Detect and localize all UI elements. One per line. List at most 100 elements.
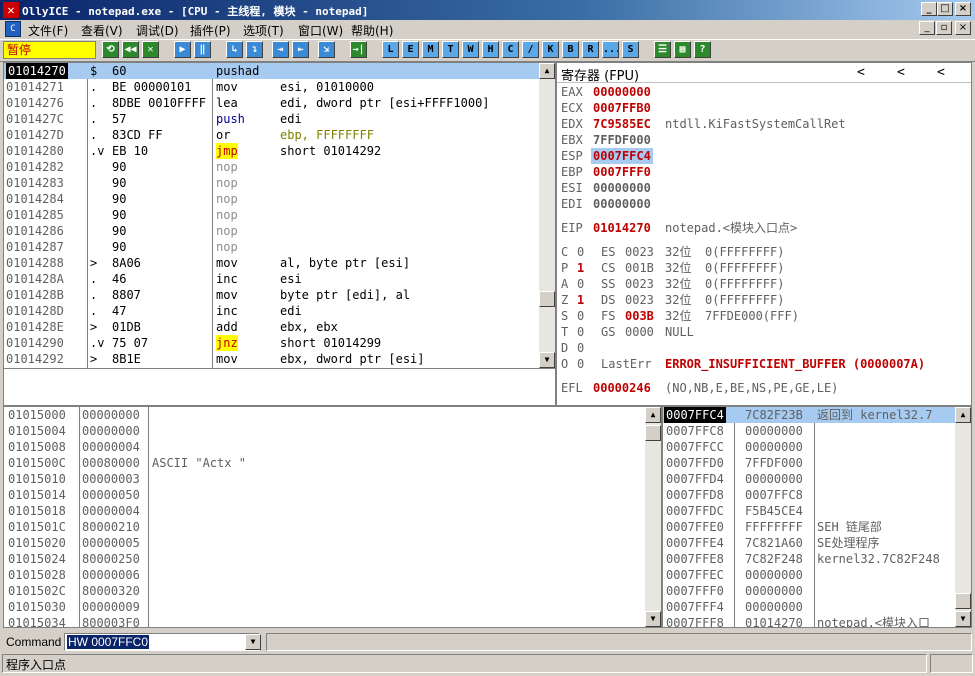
disasm-row[interactable]: 0101428A. 46 inc esi (4, 271, 539, 287)
close-button[interactable]: × (955, 2, 971, 16)
dump-row[interactable]: 01015010 00000003 (4, 471, 644, 487)
disasm-row[interactable]: 01014283 90 nop (4, 175, 539, 191)
register-value[interactable]: 00000000 (593, 180, 651, 196)
stack-row[interactable]: 0007FFEC 00000000 (663, 567, 955, 583)
scroll-up-icon[interactable]: ▲ (645, 407, 661, 423)
scroll-down-icon[interactable]: ▼ (539, 352, 555, 368)
flag-value[interactable]: 0 (577, 356, 584, 372)
stack-row[interactable]: 0007FFE4 7C821A60 SE处理程序 (663, 535, 955, 551)
flag-row[interactable]: C 0 ES 0023 32位 0(FFFFFFFF) (557, 244, 971, 260)
dump-row[interactable]: 01015018 00000004 (4, 503, 644, 519)
memory-dump-pane[interactable]: 01015000 00000000 01015004 00000000 01015008… (3, 406, 662, 628)
call-stack-window-button[interactable]: K (542, 41, 559, 58)
stack-scrollbar[interactable]: ▲ ▼ (955, 407, 971, 627)
dump-scrollbar[interactable]: ▲ ▼ (645, 407, 661, 627)
menu-help[interactable]: 帮助(H) (351, 22, 393, 39)
stack-row[interactable]: 0007FFF8 01014270 notepad.<模块入口 (663, 615, 955, 627)
restart-icon[interactable]: ⟲ (102, 41, 119, 58)
run-trace-window-button[interactable]: ... (602, 41, 619, 58)
disasm-row[interactable]: 0101428E >01DB add ebx, ebx (4, 319, 539, 335)
flag-row[interactable]: A 0 SS 0023 32位 0(FFFFFFFF) (557, 276, 971, 292)
disasm-row[interactable]: 0101427D. 83CD FF or ebp, FFFFFFFF (4, 127, 539, 143)
menu-plugins[interactable]: 插件(P) (190, 22, 231, 39)
menu-view[interactable]: 查看(V) (81, 22, 123, 39)
segment-selector[interactable]: 0000 (625, 324, 654, 340)
flag-value[interactable]: 0 (577, 340, 584, 356)
disasm-row[interactable]: 01014280 .v EB 10 jmp short 01014292 (4, 143, 539, 159)
cpu-window-button[interactable]: C (502, 41, 519, 58)
patches-window-button[interactable]: / (522, 41, 539, 58)
register-row[interactable]: EBP 0007FFF0 (557, 164, 971, 180)
stack-row[interactable]: 0007FFCC 00000000 (663, 439, 955, 455)
flag-value[interactable]: 0 (577, 308, 584, 324)
appearance-icon[interactable]: ▦ (674, 41, 691, 58)
execute-till-return-icon[interactable]: ⇲ (318, 41, 335, 58)
register-value[interactable]: 00000000 (593, 196, 651, 212)
threads-window-button[interactable]: T (442, 41, 459, 58)
disasm-row[interactable]: 01014285 90 nop (4, 207, 539, 223)
flag-row[interactable]: S 0 FS 003B 32位 7FFDE000(FFF) (557, 308, 971, 324)
register-row[interactable]: ECX 0007FFB0 (557, 100, 971, 116)
stack-row[interactable]: 0007FFC8 00000000 (663, 423, 955, 439)
flag-row[interactable]: Z 1 DS 0023 32位 0(FFFFFFFF) (557, 292, 971, 308)
menu-window[interactable]: 窗口(W) (298, 22, 343, 39)
flag-value[interactable]: 0 (577, 324, 584, 340)
register-value[interactable]: 7C9585EC (593, 116, 651, 132)
eip-row[interactable]: EIP 01014270 notepad.<模块入口点> (557, 220, 971, 236)
rewind-icon[interactable]: ◀◀ (122, 41, 139, 58)
stack-row[interactable]: 0007FFD0 7FFDF000 (663, 455, 955, 471)
register-row[interactable]: ESI 00000000 (557, 180, 971, 196)
segment-selector[interactable]: 0023 (625, 292, 654, 308)
nav-left-icon[interactable]: < (937, 65, 945, 80)
pause-icon[interactable]: ‖ (194, 41, 211, 58)
dump-row[interactable]: 01015028 00000006 (4, 567, 644, 583)
go-to-address-icon[interactable]: →| (350, 41, 367, 58)
stack-row[interactable]: 0007FFD4 00000000 (663, 471, 955, 487)
maximize-button[interactable]: □ (937, 2, 953, 16)
register-value[interactable]: 00000000 (593, 84, 651, 100)
scroll-up-icon[interactable]: ▲ (539, 63, 555, 79)
run-icon[interactable]: ▶ (174, 41, 191, 58)
windows-window-button[interactable]: W (462, 41, 479, 58)
flag-row[interactable]: T 0 GS 0000 NULL (557, 324, 971, 340)
stack-row[interactable]: 0007FFF0 00000000 (663, 583, 955, 599)
disasm-row[interactable]: 01014276. 8DBE 0010FFFF lea edi, dword ptr … (4, 95, 539, 111)
close-process-icon[interactable]: ✕ (142, 41, 159, 58)
register-row[interactable]: EAX 00000000 (557, 84, 971, 100)
dump-row[interactable]: 01015030 00000009 (4, 599, 644, 615)
dump-row[interactable]: 01015034 800003F0 (4, 615, 644, 627)
flag-value[interactable]: 0 (577, 276, 584, 292)
disassembly-pane[interactable]: 01014270 $60 pushad 01014271. BE 00000101 mov… (3, 62, 556, 406)
register-row[interactable]: EDX 7C9585EC ntdll.KiFastSystemCallRet (557, 116, 971, 132)
flag-value[interactable]: 1 (577, 292, 584, 308)
register-value[interactable]: 0007FFC4 (591, 148, 653, 164)
flag-value[interactable]: 0 (577, 244, 584, 260)
flag-row[interactable]: D0 (557, 340, 971, 356)
chevron-down-icon[interactable]: ▼ (245, 634, 261, 650)
breakpoints-window-button[interactable]: B (562, 41, 579, 58)
memory-window-button[interactable]: M (422, 41, 439, 58)
segment-selector[interactable]: 001B (625, 260, 654, 276)
scroll-down-icon[interactable]: ▼ (645, 611, 661, 627)
flag-value[interactable]: 1 (577, 260, 584, 276)
nav-left-icon[interactable]: < (857, 65, 865, 80)
step-into-icon[interactable]: ↳ (226, 41, 243, 58)
scroll-thumb[interactable] (955, 593, 971, 609)
disasm-row[interactable]: 01014287 90 nop (4, 239, 539, 255)
modules-window-button[interactable]: E (402, 41, 419, 58)
mdi-close-button[interactable]: × (955, 21, 971, 35)
efl-row[interactable]: EFL 00000246 (NO,NB,E,BE,NS,PE,GE,LE) (557, 380, 971, 396)
disasm-row[interactable]: 01014290 .v 75 07 jnz short 01014299 (4, 335, 539, 351)
menu-debug[interactable]: 调试(D) (136, 22, 179, 39)
register-value[interactable]: 0007FFB0 (593, 100, 651, 116)
disasm-row[interactable]: 01014284 90 nop (4, 191, 539, 207)
cpu-window-icon[interactable]: C (5, 21, 21, 37)
dump-row[interactable]: 01015020 00000005 (4, 535, 644, 551)
ollyice-bug-icon[interactable]: ✕ (3, 2, 19, 18)
dump-row[interactable]: 01015024 80000250 (4, 551, 644, 567)
handles-window-button[interactable]: H (482, 41, 499, 58)
log-window-button[interactable]: L (382, 41, 399, 58)
stack-row[interactable]: 0007FFE8 7C82F248 kernel32.7C82F248 (663, 551, 955, 567)
lasterr-row[interactable]: O 0 LastErr ERROR_INSUFFICIENT_BUFFER (0000… (557, 356, 971, 372)
dump-row[interactable]: 0101501C 80000210 (4, 519, 644, 535)
